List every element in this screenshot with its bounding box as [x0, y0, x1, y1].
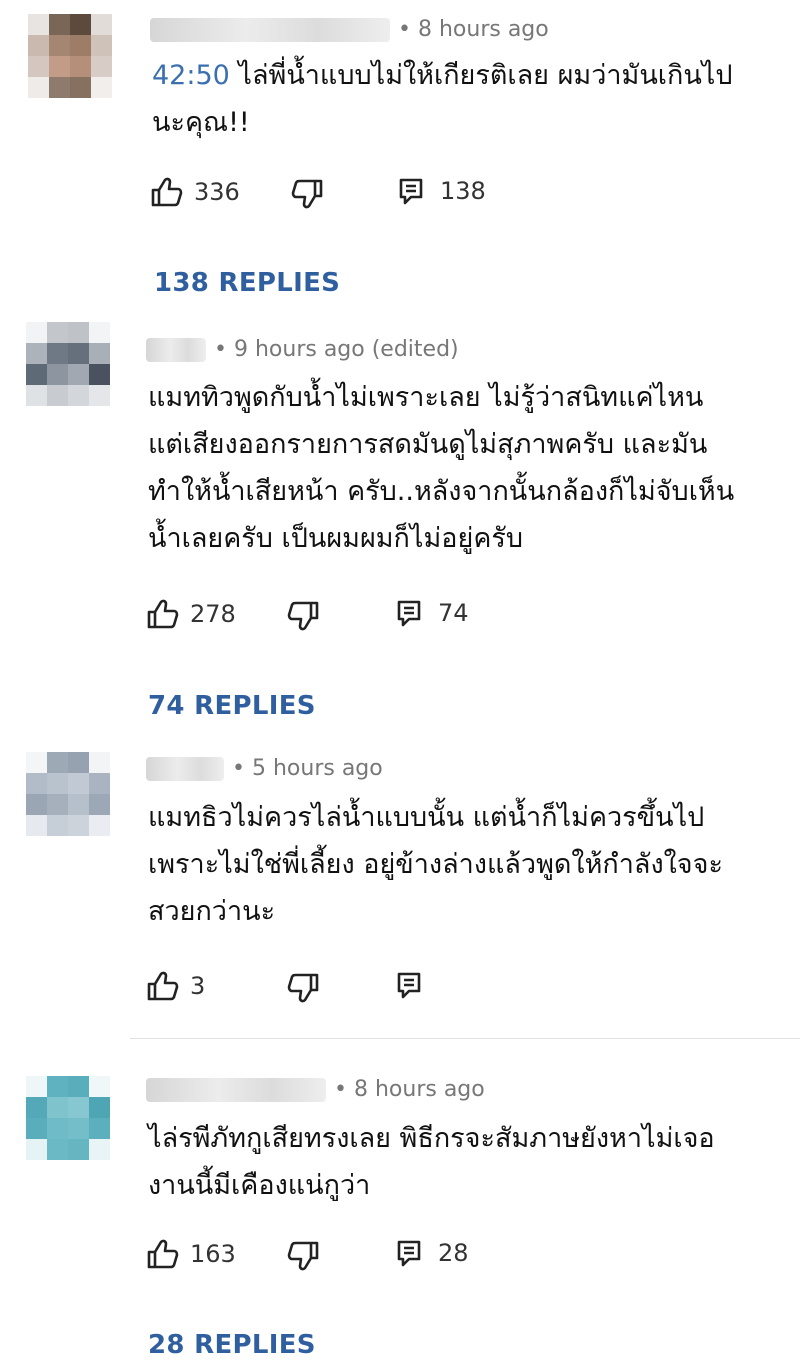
thumbs-up-icon [147, 1239, 179, 1269]
author-name-blurred[interactable] [150, 17, 390, 42]
reply-button[interactable] [396, 970, 422, 1000]
like-button[interactable]: 278 [146, 598, 236, 630]
like-count: 163 [190, 1240, 236, 1268]
dislike-button[interactable] [286, 972, 320, 1004]
comment-meta: • 5 hours ago [146, 756, 383, 781]
view-replies-link[interactable]: 138 REPLIES [154, 268, 340, 298]
thumbs-up-icon [147, 599, 179, 629]
thumbs-down-icon [287, 601, 319, 631]
comment-divider [130, 1038, 800, 1039]
reply-count: 28 [438, 1239, 469, 1267]
comment-text: แมทธิวไม่ควรไล่น้ำแบบนั้น แต่น้ำก็ไม่ควร… [148, 802, 723, 927]
comment-meta: • 8 hours ago [150, 17, 549, 42]
dislike-button[interactable] [290, 178, 324, 210]
dot-separator: • [398, 17, 418, 42]
dot-separator: • [232, 756, 252, 781]
comment-actions: 3 [146, 970, 546, 1010]
reply-button[interactable]: 74 [396, 598, 469, 628]
view-replies-link[interactable]: 28 REPLIES [148, 1330, 316, 1360]
like-count: 336 [194, 178, 240, 206]
reply-icon [397, 1240, 421, 1267]
author-name-blurred[interactable] [146, 337, 206, 362]
reply-icon [397, 972, 421, 999]
like-count: 278 [190, 600, 236, 628]
like-count: 3 [190, 972, 206, 1000]
like-button[interactable]: 3 [146, 970, 205, 1002]
avatar[interactable] [28, 14, 112, 98]
reply-count: 138 [440, 177, 486, 205]
avatar[interactable] [26, 752, 110, 836]
avatar[interactable] [26, 1076, 110, 1160]
comment-time: 8 hours ago [417, 17, 549, 42]
reply-count: 74 [438, 599, 469, 627]
thumbs-down-icon [287, 973, 319, 1003]
comment-time: 8 hours ago [353, 1077, 485, 1102]
like-button[interactable]: 163 [146, 1238, 236, 1270]
thumbs-down-icon [291, 179, 323, 209]
comment-meta: • 8 hours ago [146, 1077, 485, 1102]
comment-meta: • 9 hours ago (edited) [146, 337, 459, 362]
thumbs-up-icon [147, 971, 179, 1001]
comment-time: 5 hours ago [251, 756, 383, 781]
comment-time: 9 hours ago (edited) [233, 337, 459, 362]
dot-separator: • [214, 337, 234, 362]
comment-text: แมททิวพูดกับน้ำไม่เพราะเลย ไม่รู้ว่าสนิท… [148, 382, 735, 554]
avatar[interactable] [26, 322, 110, 406]
dislike-button[interactable] [286, 600, 320, 632]
comment-text: 42:50 ไล่พี่น้ำแบบไม่ให้เกียรติเลย ผมว่า… [152, 60, 733, 138]
view-replies-link[interactable]: 74 REPLIES [148, 691, 316, 721]
comment-actions: 336 138 [150, 176, 550, 216]
thumbs-down-icon [287, 1241, 319, 1271]
reply-button[interactable]: 138 [398, 176, 486, 206]
author-name-blurred[interactable] [146, 756, 224, 781]
reply-icon [397, 600, 421, 627]
comment-text: ไล่รพีภัทกูเสียทรงเลย พิธีกรจะสัมภาษยังห… [148, 1123, 715, 1201]
comment-actions: 278 74 [146, 598, 546, 638]
author-name-blurred[interactable] [146, 1077, 326, 1102]
like-button[interactable]: 336 [150, 176, 240, 208]
timestamp-link[interactable]: 42:50 [152, 60, 230, 91]
thumbs-up-icon [151, 177, 183, 207]
dot-separator: • [334, 1077, 354, 1102]
comment-actions: 163 28 [146, 1238, 546, 1278]
dislike-button[interactable] [286, 1240, 320, 1272]
reply-button[interactable]: 28 [396, 1238, 469, 1268]
reply-icon [399, 178, 423, 205]
